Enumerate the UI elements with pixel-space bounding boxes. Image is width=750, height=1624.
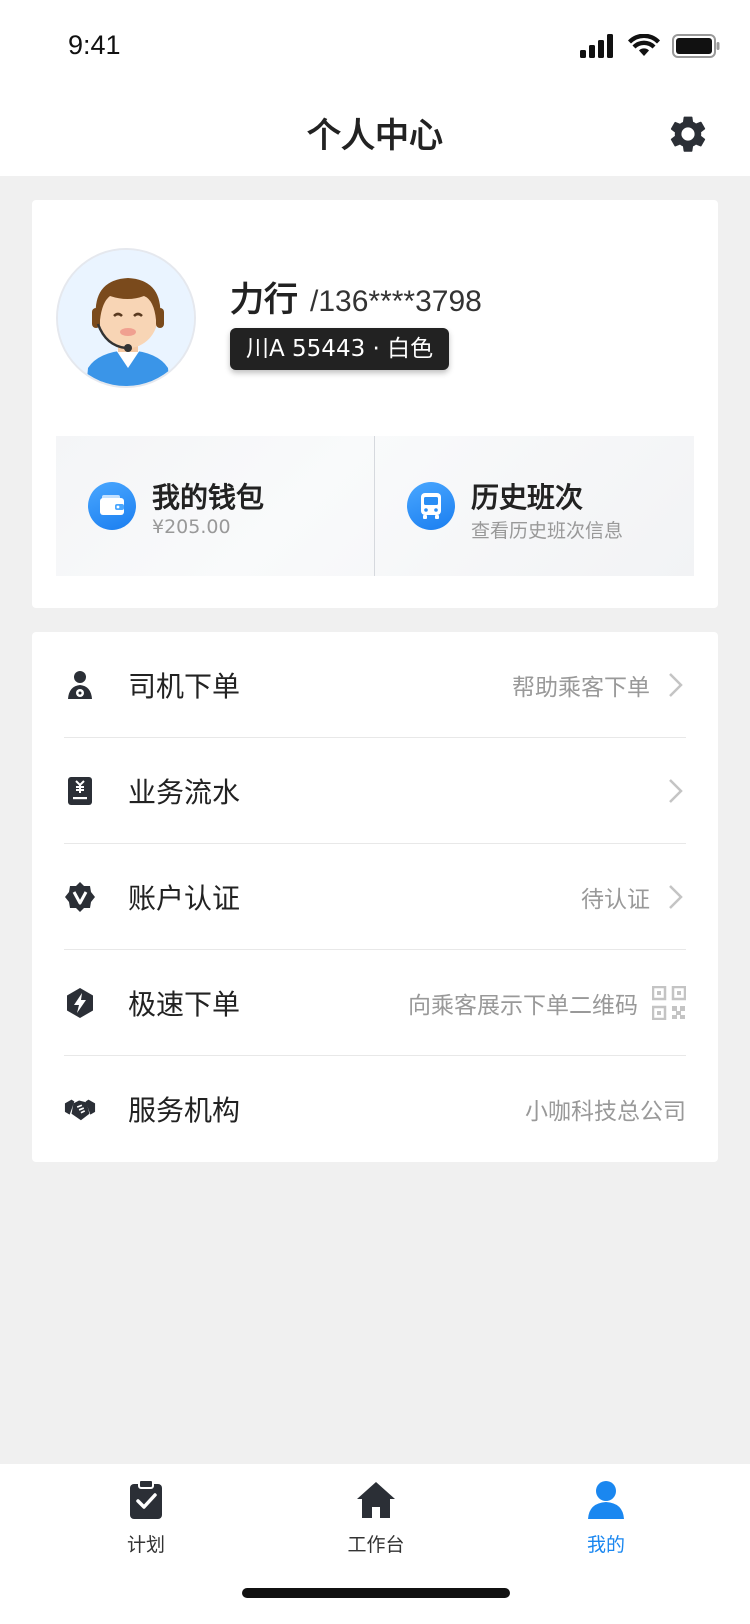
wallet-entry[interactable]: 我的钱包 ¥205.00: [56, 436, 375, 576]
menu-value: 向乘客展示下单二维码: [408, 992, 638, 1019]
tab-mine[interactable]: 我的: [546, 1478, 666, 1557]
wallet-icon: [88, 482, 136, 530]
bus-icon: [407, 482, 455, 530]
signal-icon: [580, 34, 613, 58]
profile-card: 力行 /136****3798 川A 55443 · 白色 我的钱包 ¥205.…: [32, 200, 718, 608]
battery-icon: [672, 34, 720, 58]
tab-label: 我的: [586, 1534, 625, 1556]
driver-avatar-icon: [58, 250, 194, 386]
menu-label: 极速下单: [128, 987, 241, 1021]
gear-icon[interactable]: [666, 112, 710, 156]
menu-value: 小咖科技总公司: [525, 1099, 686, 1125]
home-indicator: [242, 1588, 510, 1598]
driver-icon: [64, 669, 96, 701]
menu-item-business-ledger[interactable]: 业务流水: [64, 738, 686, 844]
menu-label: 业务流水: [128, 775, 241, 809]
avatar[interactable]: [56, 248, 196, 388]
history-trips-title: 历史班次: [471, 481, 584, 514]
user-icon: [546, 1478, 666, 1522]
chevron-right-icon: [669, 778, 683, 803]
license-plate-badge: 川A 55443 · 白色: [230, 328, 450, 370]
wifi-icon: [628, 34, 660, 56]
menu-label: 服务机构: [128, 1094, 241, 1127]
wallet-balance: ¥205.00: [152, 516, 231, 538]
status-icons: [580, 34, 720, 58]
menu-value: 帮助乘客下单: [512, 674, 650, 701]
chevron-right-icon: [669, 672, 683, 697]
menu-item-service-org[interactable]: 服务机构 小咖科技总公司: [64, 1056, 686, 1162]
lightning-icon: [64, 987, 96, 1019]
tab-bar: 计划 工作台 我的: [0, 1464, 750, 1624]
tab-workbench[interactable]: 工作台: [316, 1478, 436, 1557]
tab-plan[interactable]: 计划: [86, 1478, 206, 1557]
wallet-title: 我的钱包: [152, 481, 265, 514]
home-icon: [316, 1478, 436, 1522]
tab-label: 工作台: [347, 1534, 405, 1556]
history-trips-entry[interactable]: 历史班次 查看历史班次信息: [375, 436, 694, 576]
name-row: 力行 /136****3798: [230, 272, 482, 321]
menu-label: 司机下单: [128, 669, 241, 703]
driver-name: 力行: [230, 280, 298, 320]
menu-item-quick-order[interactable]: 极速下单 向乘客展示下单二维码: [64, 950, 686, 1056]
qr-code-icon[interactable]: [652, 985, 686, 1020]
ledger-icon: [64, 775, 96, 807]
page-title: 个人中心: [307, 116, 443, 156]
clipboard-check-icon: [86, 1478, 206, 1522]
menu-item-driver-order[interactable]: 司机下单 帮助乘客下单: [64, 632, 686, 738]
status-time: 9:41: [68, 30, 121, 60]
driver-phone: /136****3798: [310, 285, 482, 318]
menu-label: 账户认证: [128, 881, 241, 915]
top-bar: 9:41 个人中心: [0, 0, 750, 176]
quick-actions: 我的钱包 ¥205.00 历史班次 查看历史班次信息: [56, 436, 694, 576]
history-trips-sub: 查看历史班次信息: [471, 520, 624, 542]
verified-badge-icon: [64, 881, 96, 913]
menu-item-account-verification[interactable]: 账户认证 待认证: [64, 844, 686, 950]
tab-label: 计划: [126, 1534, 165, 1556]
chevron-right-icon: [669, 884, 683, 909]
menu-value: 待认证: [581, 886, 650, 913]
menu-card: 司机下单 帮助乘客下单 业务流水 账户认证 待认证 极速下单 向乘客展示下单二维…: [32, 632, 718, 1162]
handshake-icon: [64, 1093, 96, 1125]
